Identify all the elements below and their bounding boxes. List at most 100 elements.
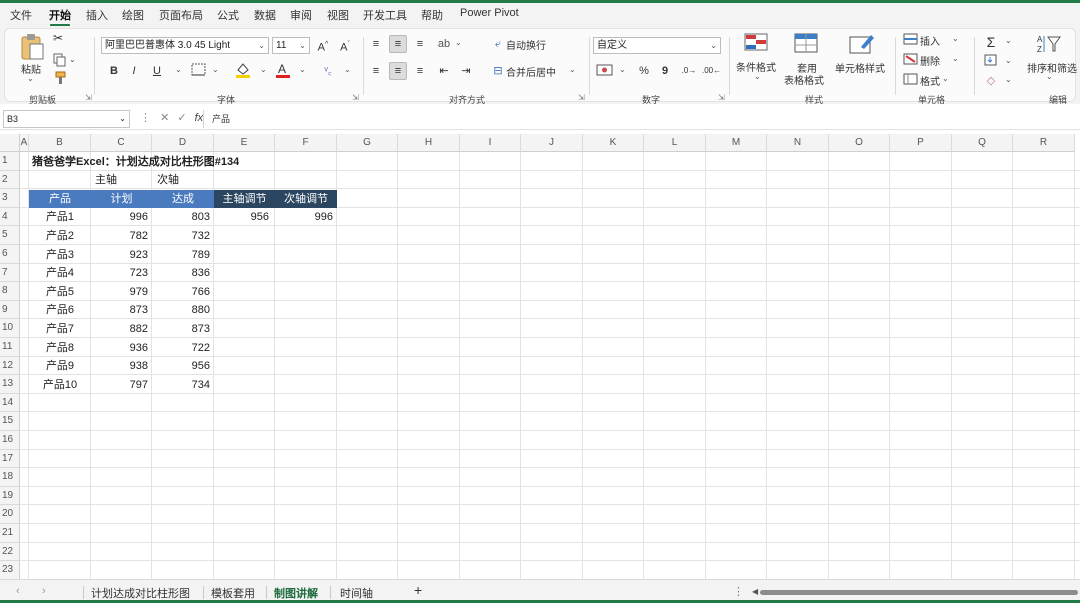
sheet-tab-1[interactable]: 计划达成对比柱形图 — [91, 585, 190, 601]
column-header-h[interactable]: H — [398, 134, 460, 152]
worksheet-grid[interactable]: ABCDEFGHIJKLMNOPQR 1 2 3 4 5 6 7 8 9 10 11 12 13 14 15… — [0, 134, 1080, 579]
secondary-axis-label[interactable]: 次轴 — [157, 171, 179, 190]
sheet-tab-4[interactable]: 时间轴 — [340, 585, 373, 601]
column-header-o[interactable]: O — [829, 134, 890, 152]
font-color-dropdown-icon[interactable]: ⌄ — [299, 65, 306, 74]
cell-actual[interactable]: 956 — [152, 357, 214, 376]
align-center-icon[interactable]: ≡ — [389, 62, 407, 80]
column-header-e[interactable]: E — [214, 134, 275, 152]
increase-indent-icon[interactable]: ⇥ — [457, 62, 475, 80]
tab-view[interactable]: 视图 — [327, 7, 349, 23]
fill-dropdown-icon[interactable]: ⌄ — [1005, 56, 1012, 65]
cell-product[interactable]: 产品6 — [29, 301, 91, 320]
underline-button[interactable]: U — [148, 62, 166, 80]
format-cells-icon[interactable] — [903, 73, 919, 85]
clear-dropdown-icon[interactable]: ⌄ — [1005, 75, 1012, 84]
cell-plan[interactable]: 723 — [91, 264, 152, 283]
sheet-title[interactable]: 猪爸爸学Excel：计划达成对比柱形图#134 — [32, 153, 239, 172]
row-header-17[interactable]: 17 — [0, 449, 20, 469]
phonetic-icon[interactable]: ᵛ꜀ — [319, 62, 337, 80]
column-header-l[interactable]: L — [644, 134, 706, 152]
cell-actual[interactable]: 803 — [152, 208, 214, 227]
align-right-icon[interactable]: ≡ — [411, 62, 429, 80]
cell-actual[interactable]: 873 — [152, 320, 214, 339]
cell-actual[interactable]: 836 — [152, 264, 214, 283]
row-header-12[interactable]: 12 — [0, 356, 20, 376]
fill-color-dropdown-icon[interactable]: ⌄ — [260, 65, 267, 74]
sort-filter-dropdown-icon[interactable]: ⌄ — [1046, 72, 1053, 81]
conditional-format-dropdown-icon[interactable]: ⌄ — [754, 72, 761, 81]
column-header-a[interactable]: A — [20, 134, 29, 152]
cell-product[interactable]: 产品8 — [29, 339, 91, 358]
tab-review[interactable]: 审阅 — [290, 7, 312, 23]
paste-icon[interactable] — [19, 33, 45, 61]
column-header-j[interactable]: J — [521, 134, 583, 152]
border-icon[interactable] — [191, 63, 207, 77]
row-header-2[interactable]: 2 — [0, 170, 20, 190]
column-header-k[interactable]: K — [583, 134, 644, 152]
insert-cells-icon[interactable] — [903, 33, 919, 45]
fill-color-icon[interactable] — [235, 61, 251, 79]
row-header-1[interactable]: 1 — [0, 152, 20, 171]
tab-power-pivot[interactable]: Power Pivot — [460, 7, 519, 19]
cell-product[interactable]: 产品3 — [29, 246, 91, 265]
sheet-tab-3[interactable]: 制图讲解 — [272, 585, 320, 602]
tab-file[interactable]: 文件 — [10, 7, 32, 23]
enter-icon[interactable]: ✓ — [177, 112, 186, 124]
header-primary-adjust[interactable]: 主轴调节 — [214, 189, 275, 209]
row-header-7[interactable]: 7 — [0, 263, 20, 283]
header-secondary-adjust[interactable]: 次轴调节 — [275, 189, 337, 209]
column-header-d[interactable]: D — [152, 134, 214, 152]
cell-plan[interactable]: 782 — [91, 227, 152, 246]
row-header-10[interactable]: 10 — [0, 319, 20, 338]
more-options-icon[interactable]: ⋮ — [733, 585, 744, 598]
tab-data[interactable]: 数据 — [254, 7, 276, 23]
insert-dropdown-icon[interactable]: ⌄ — [952, 34, 959, 43]
font-size-select[interactable]: 11 ⌄ — [272, 37, 310, 54]
number-launcher-icon[interactable]: ⇲ — [718, 93, 725, 102]
tab-help[interactable]: 帮助 — [421, 7, 443, 23]
paste-dropdown-icon[interactable]: ⌄ — [27, 74, 34, 83]
autosum-dropdown-icon[interactable]: ⌄ — [1005, 36, 1012, 45]
column-header-i[interactable]: I — [460, 134, 521, 152]
format-as-table-line2[interactable]: 表格格式 — [784, 72, 824, 87]
format-as-table-icon[interactable] — [794, 33, 820, 55]
copy-dropdown-icon[interactable]: ⌄ — [69, 55, 76, 64]
tab-home[interactable]: 开始 — [49, 7, 71, 27]
cell-plan[interactable]: 873 — [91, 301, 152, 320]
alignment-launcher-icon[interactable]: ⇲ — [578, 93, 585, 102]
underline-dropdown-icon[interactable]: ⌄ — [175, 65, 182, 74]
clipboard-launcher-icon[interactable]: ⇲ — [85, 93, 92, 102]
cell-actual[interactable]: 732 — [152, 227, 214, 246]
row-header-11[interactable]: 11 — [0, 338, 20, 357]
row-header-15[interactable]: 15 — [0, 412, 20, 431]
cell-actual[interactable]: 766 — [152, 283, 214, 302]
autosum-icon[interactable]: Σ — [982, 33, 1000, 51]
row-header-16[interactable]: 16 — [0, 431, 20, 450]
merge-center-button[interactable]: 合并后居中 — [506, 64, 556, 79]
cell-product[interactable]: 产品5 — [29, 283, 91, 302]
tab-insert[interactable]: 插入 — [86, 7, 108, 23]
primary-axis-label[interactable]: 主轴 — [95, 171, 117, 190]
currency-dropdown-icon[interactable]: ⌄ — [619, 65, 626, 74]
phonetic-dropdown-icon[interactable]: ⌄ — [344, 65, 351, 74]
number-format-select[interactable]: 自定义 ⌄ — [593, 37, 721, 54]
merge-dropdown-icon[interactable]: ⌄ — [569, 65, 576, 74]
tab-formulas[interactable]: 公式 — [217, 7, 239, 23]
row-header-22[interactable]: 22 — [0, 542, 20, 562]
sheet-tab-2[interactable]: 模板套用 — [211, 585, 255, 601]
font-name-select[interactable]: 阿里巴巴普惠体 3.0 45 Light ⌄ — [101, 37, 269, 54]
row-header-20[interactable]: 20 — [0, 505, 20, 524]
format-dropdown-icon[interactable]: ⌄ — [942, 74, 949, 83]
percent-button[interactable]: % — [635, 62, 653, 80]
border-dropdown-icon[interactable]: ⌄ — [212, 65, 219, 74]
select-all-corner[interactable] — [0, 134, 20, 152]
cell-plan[interactable]: 936 — [91, 339, 152, 358]
cell-styles-button[interactable]: 单元格样式 — [835, 60, 885, 75]
row-header-23[interactable]: 23 — [0, 561, 20, 579]
column-header-r[interactable]: R — [1013, 134, 1075, 152]
font-launcher-icon[interactable]: ⇲ — [352, 93, 359, 102]
tab-page-layout[interactable]: 页面布局 — [159, 7, 203, 23]
formula-input[interactable]: 产品 — [203, 110, 1078, 128]
cell-product[interactable]: 产品7 — [29, 320, 91, 339]
